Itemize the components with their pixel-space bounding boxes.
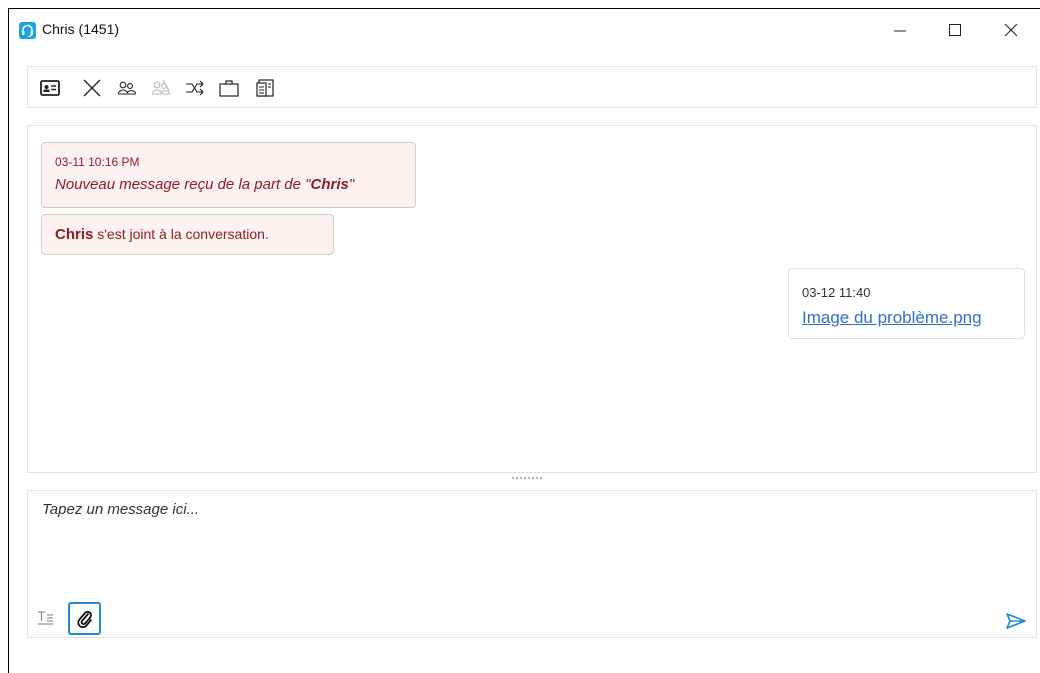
attachment-link[interactable]: Image du problème.png bbox=[802, 308, 982, 328]
remove-user-button[interactable] bbox=[150, 77, 172, 99]
text-format-button[interactable] bbox=[36, 608, 56, 628]
headset-icon bbox=[19, 22, 36, 39]
text-format-icon bbox=[38, 611, 53, 625]
title-bar[interactable]: Chris (1451) bbox=[9, 9, 1040, 49]
contact-card-icon bbox=[40, 80, 60, 96]
briefcase-icon bbox=[219, 80, 239, 97]
briefcase-button[interactable] bbox=[218, 77, 240, 99]
message-input[interactable] bbox=[40, 499, 1024, 593]
message-sender: Chris bbox=[310, 176, 349, 193]
transfer-button[interactable] bbox=[184, 77, 206, 99]
close-button[interactable] bbox=[988, 9, 1034, 49]
outgoing-message-bubble: 03-12 11:40 Image du problème.png bbox=[788, 268, 1025, 339]
chat-window: Chris (1451) 03-11 10:16 PM Nouveau mess… bbox=[8, 8, 1040, 673]
conversation-history[interactable]: 03-11 10:16 PM Nouveau message reçu de l… bbox=[27, 125, 1037, 473]
send-icon bbox=[1006, 613, 1026, 629]
message-body: s'est joint à la conversation. bbox=[93, 226, 269, 242]
message-sender: Chris bbox=[55, 226, 94, 243]
message-timestamp: 03-11 10:16 PM bbox=[55, 155, 140, 169]
history-button[interactable] bbox=[254, 77, 276, 99]
minimize-icon bbox=[894, 30, 906, 32]
message-text: Nouveau message reçu de la part de "Chri… bbox=[55, 176, 354, 193]
system-join-bubble: Chris s'est joint à la conversation. bbox=[41, 214, 334, 255]
compose-area bbox=[27, 490, 1037, 638]
system-message-text: Chris s'est joint à la conversation. bbox=[55, 226, 269, 243]
history-icon bbox=[256, 79, 274, 97]
close-conversation-button[interactable] bbox=[81, 77, 103, 99]
maximize-button[interactable] bbox=[932, 9, 978, 49]
remove-user-icon bbox=[151, 79, 171, 95]
message-suffix: " bbox=[348, 176, 355, 193]
invite-user-button[interactable] bbox=[116, 77, 138, 99]
contact-card-button[interactable] bbox=[39, 77, 61, 99]
close-icon bbox=[1004, 23, 1018, 37]
incoming-notification-bubble: 03-11 10:16 PM Nouveau message reçu de l… bbox=[41, 142, 416, 208]
paperclip-icon bbox=[77, 610, 92, 628]
message-prefix: Nouveau message reçu de la part de " bbox=[55, 176, 311, 193]
transfer-icon bbox=[186, 80, 204, 96]
attach-file-button[interactable] bbox=[68, 602, 101, 635]
conversation-toolbar bbox=[27, 66, 1037, 108]
close-conversation-icon bbox=[83, 79, 101, 97]
maximize-icon bbox=[949, 24, 961, 36]
minimize-button[interactable] bbox=[877, 9, 923, 49]
splitter-handle[interactable] bbox=[512, 477, 554, 497]
window-title: Chris (1451) bbox=[42, 21, 120, 37]
message-timestamp: 03-12 11:40 bbox=[802, 285, 871, 300]
send-button[interactable] bbox=[1005, 612, 1027, 630]
invite-user-icon bbox=[117, 81, 137, 95]
